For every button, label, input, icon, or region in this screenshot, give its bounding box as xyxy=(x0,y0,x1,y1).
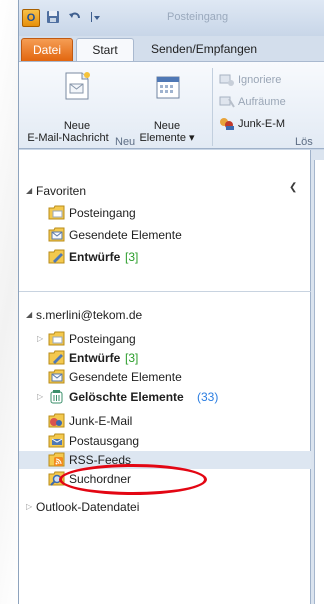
inbox-folder-icon xyxy=(48,331,65,346)
fav-item-gesendete[interactable]: Gesendete Elemente xyxy=(19,226,311,244)
collapsed-triangle-icon[interactable]: ▷ xyxy=(26,498,32,516)
collapsed-triangle-icon[interactable]: ▷ xyxy=(37,388,43,406)
account-header-label: s.merlini@tekom.de xyxy=(36,308,143,322)
content-pane[interactable] xyxy=(314,160,324,604)
account-item-label: Entwürfe xyxy=(69,351,121,365)
account-item-count: (33) xyxy=(197,390,219,404)
sent-folder-icon xyxy=(48,227,65,242)
account-item-label: Gelöschte Elemente xyxy=(69,390,184,404)
group-label-new: Neu xyxy=(115,136,136,148)
account-item-label: RSS-Feeds xyxy=(69,453,132,467)
fav-item-count: [3] xyxy=(125,250,139,264)
account-item-suchordner[interactable]: Suchordner xyxy=(19,470,311,488)
account-item-junk[interactable]: Junk-E-Mail xyxy=(19,412,311,430)
window-title: Posteingang xyxy=(167,11,229,23)
account-item-gesendete[interactable]: Gesendete Elemente xyxy=(19,368,311,386)
favorites-header[interactable]: ◢ Favoriten xyxy=(19,182,311,200)
inbox-folder-icon xyxy=(48,205,65,220)
sent-folder-icon xyxy=(48,369,65,384)
fav-item-label: Gesendete Elemente xyxy=(69,228,182,242)
account-item-count: [3] xyxy=(125,351,139,365)
fav-item-label: Posteingang xyxy=(69,206,136,220)
account-item-geloeschte[interactable]: ▷ Gelöschte Elemente (33) xyxy=(19,388,311,406)
datafile-header[interactable]: ▷ Outlook-Datendatei xyxy=(19,498,311,516)
tab-datei[interactable]: Datei xyxy=(21,38,73,62)
pane-divider xyxy=(19,291,311,292)
cleanup-label: Aufräume xyxy=(238,96,286,108)
search-folder-icon xyxy=(48,471,65,486)
ribbon: Neue E-Mail-Nachricht Neue Elemente ▾ Ne… xyxy=(19,61,324,149)
deleted-items-icon xyxy=(50,390,63,404)
rss-folder-icon xyxy=(48,452,65,467)
account-item-label: Posteingang xyxy=(69,332,136,346)
new-email-icon[interactable] xyxy=(63,70,93,105)
new-items-label-2[interactable]: Elemente ▾ xyxy=(131,132,203,145)
favorites-header-label: Favoriten xyxy=(36,184,87,198)
account-item-label: Postausgang xyxy=(69,434,140,448)
fav-item-posteingang[interactable]: Posteingang xyxy=(19,204,311,222)
ignore-button[interactable]: Ignoriere xyxy=(219,72,281,88)
collapsed-triangle-icon[interactable]: ▷ xyxy=(37,330,43,348)
new-email-label-2[interactable]: E-Mail-Nachricht xyxy=(19,132,120,145)
undo-icon[interactable] xyxy=(67,10,83,26)
account-item-entwuerfe[interactable]: Entwürfe [3] xyxy=(19,349,311,367)
fav-item-entwuerfe[interactable]: Entwürfe [3] xyxy=(19,248,311,266)
tab-start[interactable]: Start xyxy=(76,38,134,63)
new-items-icon[interactable] xyxy=(155,74,181,103)
outlook-window: O Posteingang Datei Start Senden/Empfang… xyxy=(18,0,324,604)
account-item-label: Junk-E-Mail xyxy=(69,414,133,428)
outbox-folder-icon xyxy=(48,433,65,448)
tab-senden-empfangen[interactable]: Senden/Empfangen xyxy=(141,38,324,62)
drafts-folder-icon xyxy=(48,249,65,264)
title-bar: O Posteingang xyxy=(19,0,324,36)
navigation-pane: ❮ ◢ Favoriten Posteingang Gesendete Elem… xyxy=(19,150,311,604)
datafile-header-label: Outlook-Datendatei xyxy=(36,500,140,514)
junk-folder-icon xyxy=(48,413,65,428)
account-item-rss-feeds[interactable]: RSS-Feeds xyxy=(19,451,311,469)
expanded-triangle-icon[interactable]: ◢ xyxy=(26,182,32,200)
fav-item-label: Entwürfe xyxy=(69,250,121,264)
ignore-icon xyxy=(219,73,235,87)
expanded-triangle-icon[interactable]: ◢ xyxy=(26,306,32,324)
account-header[interactable]: ◢ s.merlini@tekom.de xyxy=(19,306,311,324)
account-item-label: Gesendete Elemente xyxy=(69,370,182,384)
group-label-delete: Lös xyxy=(295,136,313,148)
outlook-app-icon[interactable]: O xyxy=(22,9,40,27)
customize-icon[interactable] xyxy=(87,10,103,26)
account-item-postausgang[interactable]: Postausgang xyxy=(19,432,311,450)
junk-label: Junk-E-M xyxy=(238,118,286,130)
group-separator xyxy=(212,68,213,146)
junk-icon xyxy=(219,117,235,131)
junk-button[interactable]: Junk-E-M xyxy=(219,116,285,132)
ribbon-tabs: Datei Start Senden/Empfangen xyxy=(19,36,324,63)
background xyxy=(0,0,18,604)
ignore-label: Ignoriere xyxy=(238,74,282,86)
cleanup-icon xyxy=(219,95,235,109)
cleanup-button[interactable]: Aufräume xyxy=(219,94,286,110)
account-item-label: Suchordner xyxy=(69,472,132,486)
account-item-posteingang[interactable]: ▷ Posteingang xyxy=(19,330,311,348)
drafts-folder-icon xyxy=(48,350,65,365)
save-icon[interactable] xyxy=(45,10,61,26)
